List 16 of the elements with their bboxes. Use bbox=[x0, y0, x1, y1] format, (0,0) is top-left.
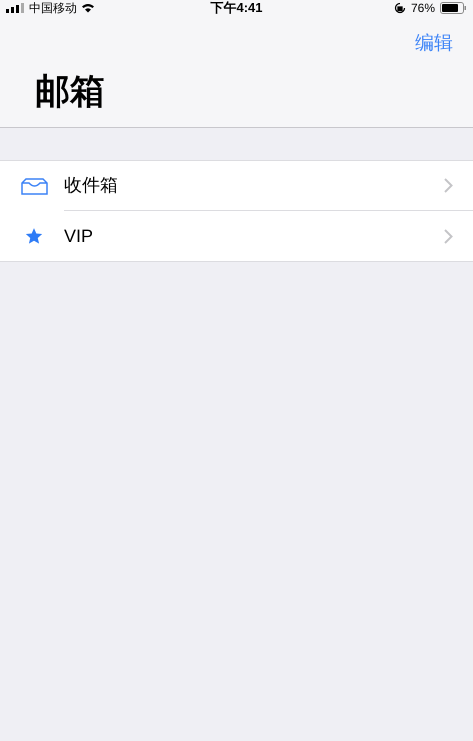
signal-icon bbox=[6, 3, 25, 13]
chevron-right-icon bbox=[444, 228, 453, 244]
tray-icon bbox=[20, 178, 48, 194]
rotation-lock-icon bbox=[394, 2, 406, 14]
page-title: 邮箱 bbox=[35, 72, 105, 112]
wifi-icon bbox=[81, 3, 95, 13]
clock-time: 下午4:41 bbox=[210, 0, 263, 18]
battery-percentage: 76% bbox=[410, 0, 435, 17]
mailbox-label: VIP bbox=[64, 224, 94, 248]
battery-icon bbox=[440, 2, 467, 14]
mailbox-row[interactable]: VIP bbox=[0, 211, 473, 261]
star-icon bbox=[25, 227, 43, 245]
mailbox-label: 收件箱 bbox=[64, 174, 119, 197]
carrier-name: 中国移动 bbox=[29, 0, 77, 17]
mailbox-row[interactable]: 收件箱 bbox=[0, 161, 473, 211]
chevron-right-icon bbox=[444, 178, 453, 193]
